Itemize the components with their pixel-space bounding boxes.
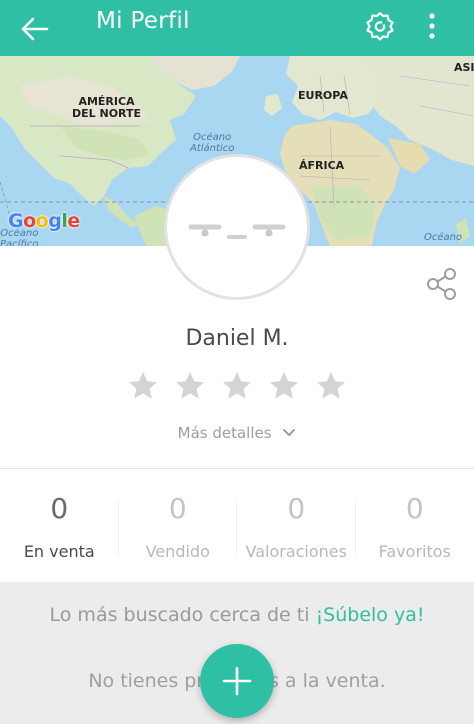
more-details-toggle[interactable]: Más detalles: [0, 424, 474, 442]
divider: [0, 468, 474, 469]
tab-en-venta[interactable]: 0 En venta: [0, 470, 119, 582]
chevron-down-icon: [283, 429, 296, 436]
rating-stars: [127, 370, 347, 406]
star-icon: [270, 372, 298, 399]
star-icon: [317, 372, 345, 399]
stat-value: 0: [405, 492, 424, 525]
map-label-europe: EUROPA: [298, 89, 348, 102]
star-icon: [223, 372, 251, 399]
profile-screen: Mi Perfil AMÉRICA DEL NORTE EUROPA ÁFRIC…: [0, 0, 474, 724]
promo-text: Lo más buscado cerca de ti: [49, 604, 310, 626]
avatar[interactable]: [164, 154, 310, 300]
stat-label: En venta: [23, 542, 95, 561]
app-bar: Mi Perfil: [0, 0, 474, 56]
google-logo: Google: [8, 210, 80, 232]
upload-link[interactable]: ¡Súbelo ya!: [316, 604, 425, 626]
tab-favoritos[interactable]: 0 Favoritos: [356, 470, 474, 582]
default-face-icon: [188, 224, 286, 239]
stat-value: 0: [50, 492, 69, 525]
products-section: Lo más buscado cerca de ti ¡Súbelo ya! N…: [0, 582, 474, 724]
map-label-asia: ASI: [454, 61, 474, 74]
stat-value: 0: [168, 492, 187, 525]
arrow-left-icon: [21, 17, 49, 41]
stat-label: Favoritos: [378, 542, 451, 561]
map-label-ocean-right: Océano: [424, 232, 463, 243]
star-icon: [176, 372, 204, 399]
plus-icon: [222, 666, 252, 696]
stat-value: 0: [287, 492, 306, 525]
map-label-atlantic: Océano Atlántico: [190, 132, 235, 154]
tab-valoraciones[interactable]: 0 Valoraciones: [237, 470, 356, 582]
map-label-north-america: AMÉRICA DEL NORTE: [72, 95, 142, 120]
more-vertical-icon: [429, 13, 435, 39]
page-title: Mi Perfil: [96, 8, 190, 34]
settings-button[interactable]: [360, 6, 400, 46]
tab-vendido[interactable]: 0 Vendido: [119, 470, 237, 582]
stat-label: Valoraciones: [245, 542, 347, 561]
share-icon: [427, 268, 456, 300]
back-button[interactable]: [14, 9, 54, 49]
star-icon: [129, 372, 157, 399]
user-name: Daniel M.: [185, 326, 289, 351]
more-details-label: Más detalles: [177, 424, 272, 442]
stat-label: Vendido: [145, 542, 210, 561]
share-button[interactable]: [420, 264, 464, 304]
stats-tabs: 0 En venta 0 Vendido 0 Valoraciones 0 Fa…: [0, 470, 474, 582]
settings-icon: [366, 11, 394, 41]
add-product-button[interactable]: [200, 644, 274, 718]
promo-banner: Lo más buscado cerca de ti ¡Súbelo ya!: [0, 604, 474, 626]
overflow-menu-button[interactable]: [416, 6, 448, 46]
